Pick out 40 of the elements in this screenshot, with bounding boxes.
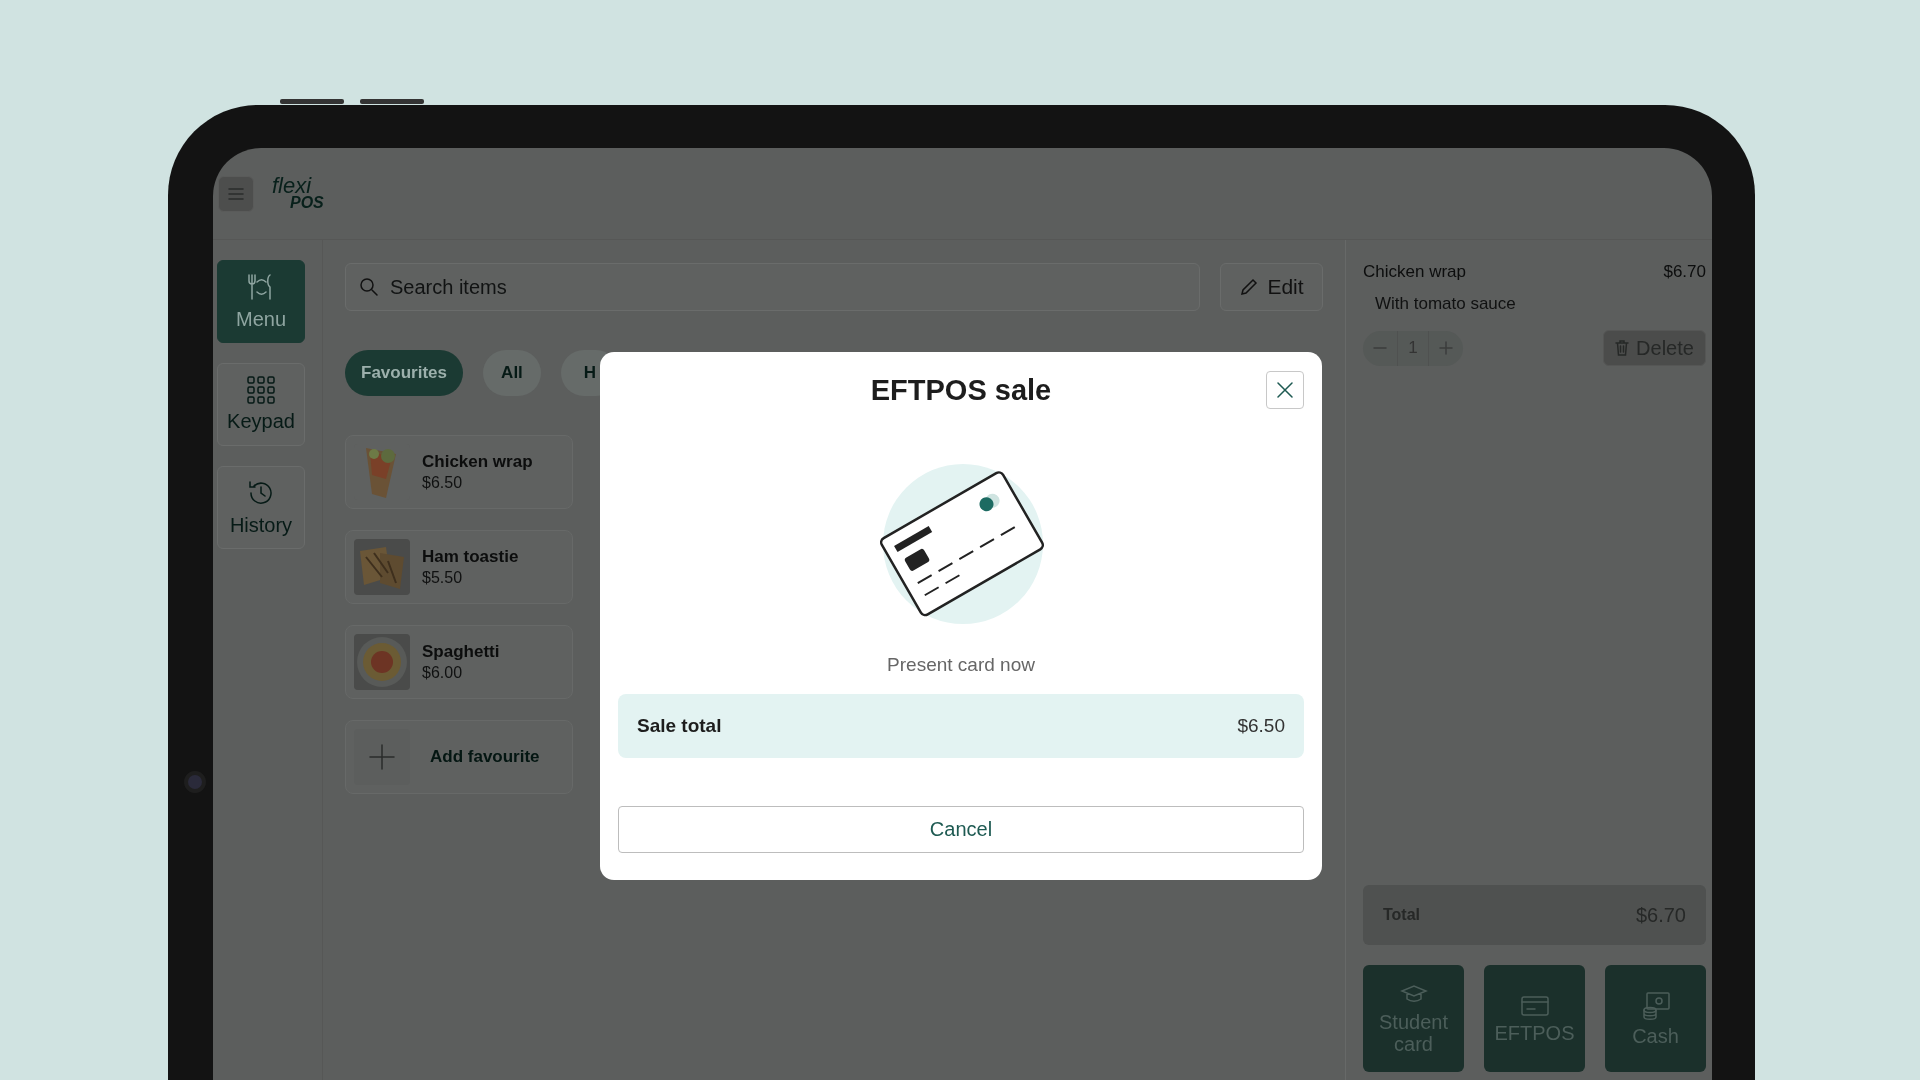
category-chip[interactable]: All [483, 350, 541, 396]
close-button[interactable] [1266, 371, 1304, 409]
product-card[interactable]: Chicken wrap $6.50 [345, 435, 573, 509]
dialog-message: Present card now [887, 654, 1035, 676]
menu-icon [228, 187, 244, 200]
add-favourite-card[interactable]: Add favourite [345, 720, 573, 794]
product-name: Chicken wrap [422, 452, 533, 472]
sale-total-amount: $6.50 [1237, 715, 1285, 737]
search-icon [359, 277, 379, 297]
plus-icon [368, 743, 396, 771]
order-item-name: Chicken wrap [1363, 262, 1466, 282]
menu-button[interactable] [218, 175, 254, 212]
product-card[interactable]: Spaghetti $6.00 [345, 625, 573, 699]
edit-button[interactable]: Edit [1220, 263, 1323, 311]
cancel-button[interactable]: Cancel [618, 806, 1304, 853]
keypad-icon [247, 376, 275, 404]
cash-icon [1640, 990, 1671, 1021]
product-name: Ham toastie [422, 547, 519, 567]
camera-lens [184, 771, 206, 793]
order-item-note: With tomato sauce [1374, 293, 1517, 314]
card-icon [1519, 993, 1550, 1018]
app-logo: flexi POS [272, 176, 324, 211]
category-chip[interactable]: Favourites [345, 350, 463, 396]
product-price: $6.50 [422, 474, 464, 492]
dialog-title: EFTPOS sale [870, 373, 1052, 407]
product-name: Spaghetti [422, 642, 500, 662]
product-card[interactable]: Ham toastie $5.50 [345, 530, 573, 604]
add-favourite-label: Add favourite [429, 747, 540, 767]
product-price: $6.00 [422, 664, 464, 682]
nav-tab[interactable]: Keypad [217, 363, 305, 446]
product-price: $5.50 [422, 569, 464, 587]
close-icon [1277, 382, 1293, 398]
sale-total-label: Sale total [637, 715, 722, 737]
order-item-price: $6.70 [1663, 262, 1706, 282]
nav-tab[interactable]: History [217, 466, 305, 549]
plus-icon [1439, 341, 1453, 355]
pencil-icon [1239, 277, 1260, 297]
nav-tab[interactable]: Menu [217, 260, 305, 343]
search-field[interactable]: Search items [345, 263, 1200, 311]
trash-icon [1615, 340, 1630, 356]
